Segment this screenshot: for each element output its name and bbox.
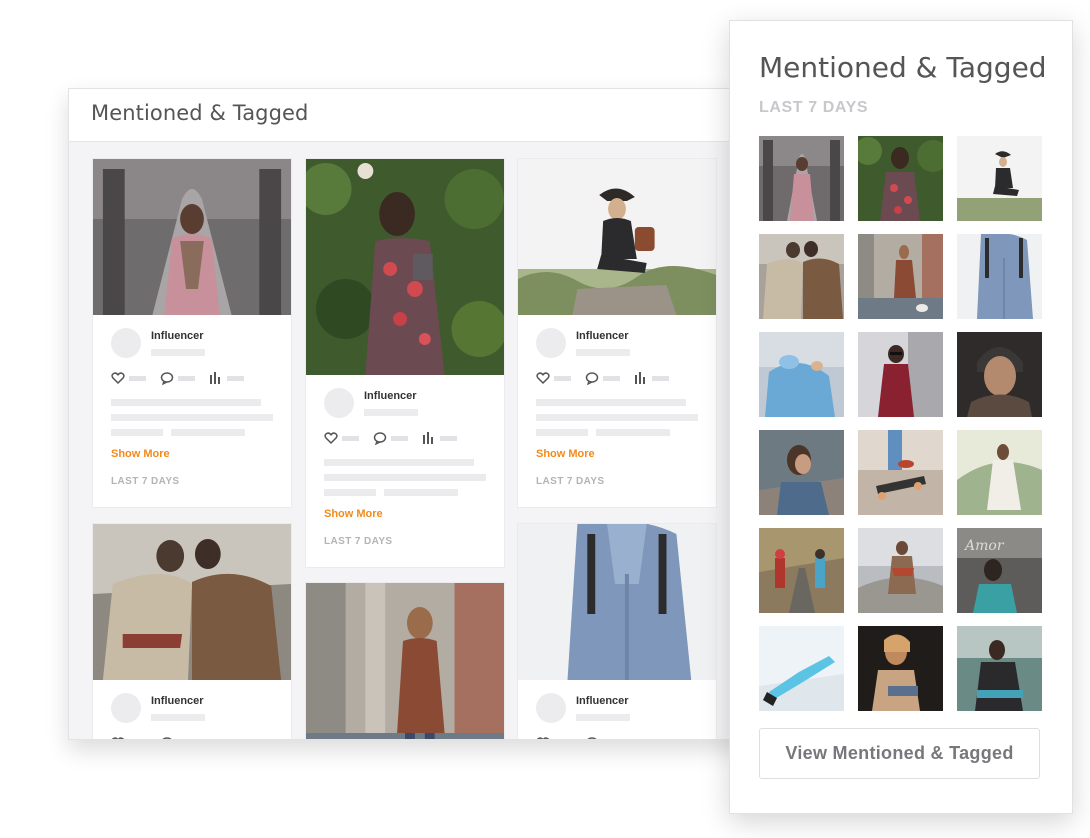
author-name[interactable]: Influencer	[151, 695, 205, 708]
placeholder-text	[576, 714, 630, 721]
author-name[interactable]: Influencer	[151, 330, 205, 343]
thumbnail[interactable]	[858, 332, 943, 417]
engagement-stat	[422, 431, 457, 445]
show-more-link[interactable]: Show More	[111, 448, 273, 460]
comment-icon	[160, 372, 174, 385]
post-photo[interactable]	[306, 159, 504, 375]
thumbnail[interactable]	[759, 332, 844, 417]
mentions-feed-panel: Mentioned & Tagged Influencer Show More …	[68, 88, 758, 740]
avatar[interactable]	[324, 388, 354, 418]
heart-icon	[324, 432, 338, 445]
mentions-widget: Mentioned & Tagged LAST 7 DAYS Amor View…	[729, 20, 1073, 814]
comment-icon	[587, 737, 597, 739]
heart-icon	[536, 737, 550, 739]
comments-stat	[160, 371, 195, 385]
placeholder-text	[151, 714, 205, 721]
thumbnail[interactable]	[957, 626, 1042, 711]
comment-icon	[162, 737, 172, 739]
post-photo[interactable]	[306, 583, 504, 739]
thumbnail[interactable]	[957, 136, 1042, 221]
feed-card[interactable]: Influencer	[517, 158, 717, 508]
avatar[interactable]	[536, 328, 566, 358]
comments-stat	[585, 736, 620, 739]
thumbnail[interactable]	[858, 136, 943, 221]
thumbnail[interactable]	[858, 234, 943, 319]
comment-icon	[585, 372, 599, 385]
avatar[interactable]	[111, 328, 141, 358]
thumbnail[interactable]	[759, 136, 844, 221]
thumbnail[interactable]	[759, 528, 844, 613]
stats-icon	[423, 432, 433, 444]
feed-card[interactable]: Influencer	[517, 523, 717, 739]
widget-period: LAST 7 DAYS	[759, 99, 869, 116]
thumbnail[interactable]	[858, 430, 943, 515]
engagement-stat	[634, 371, 669, 385]
svg-text:Amor: Amor	[963, 538, 1005, 554]
thumbnail[interactable]	[759, 234, 844, 319]
show-more-link[interactable]: Show More	[324, 508, 486, 520]
post-photo[interactable]	[518, 159, 716, 315]
feed-card[interactable]: Influencer	[305, 158, 505, 568]
stats-icon	[635, 372, 645, 384]
engagement-stat	[209, 371, 244, 385]
feed-card[interactable]: Influencer	[92, 158, 292, 508]
feed-title: Mentioned & Tagged	[69, 89, 757, 142]
thumbnail[interactable]	[759, 430, 844, 515]
heart-icon	[111, 737, 125, 739]
placeholder-text	[364, 409, 418, 416]
card-period: LAST 7 DAYS	[111, 476, 180, 487]
view-mentioned-tagged-button[interactable]: View Mentioned & Tagged	[759, 728, 1040, 779]
placeholder-text	[576, 349, 630, 356]
thumbnail[interactable]	[858, 626, 943, 711]
likes-stat	[536, 736, 571, 739]
comments-stat	[373, 431, 408, 445]
likes-stat	[111, 736, 146, 739]
card-period: LAST 7 DAYS	[324, 536, 393, 547]
comments-stat	[160, 736, 195, 739]
comment-icon	[373, 432, 387, 445]
post-photo[interactable]	[518, 524, 716, 680]
comments-stat	[585, 371, 620, 385]
avatar[interactable]	[536, 693, 566, 723]
caption-placeholder	[111, 399, 273, 444]
author-name[interactable]: Influencer	[576, 330, 630, 343]
caption-placeholder	[324, 459, 486, 504]
thumbnail[interactable]	[759, 626, 844, 711]
stats-icon	[210, 372, 220, 384]
thumbnail[interactable]	[957, 332, 1042, 417]
likes-stat	[111, 371, 146, 385]
likes-stat	[324, 431, 359, 445]
likes-stat	[536, 371, 571, 385]
feed-card[interactable]: Influencer	[92, 523, 292, 739]
card-period: LAST 7 DAYS	[536, 476, 605, 487]
heart-icon	[111, 372, 125, 385]
avatar[interactable]	[111, 693, 141, 723]
widget-title: Mentioned & Tagged	[759, 51, 1047, 84]
placeholder-text	[151, 349, 205, 356]
thumbnail[interactable]: Amor	[957, 528, 1042, 613]
author-name[interactable]: Influencer	[576, 695, 630, 708]
heart-icon	[536, 372, 550, 385]
feed-card[interactable]	[305, 582, 505, 739]
show-more-link[interactable]: Show More	[536, 448, 698, 460]
post-photo[interactable]	[93, 524, 291, 680]
author-name[interactable]: Influencer	[364, 390, 418, 403]
post-photo[interactable]	[93, 159, 291, 315]
thumbnail[interactable]	[957, 234, 1042, 319]
caption-placeholder	[536, 399, 698, 444]
thumbnail[interactable]	[858, 528, 943, 613]
thumbnail[interactable]	[957, 430, 1042, 515]
